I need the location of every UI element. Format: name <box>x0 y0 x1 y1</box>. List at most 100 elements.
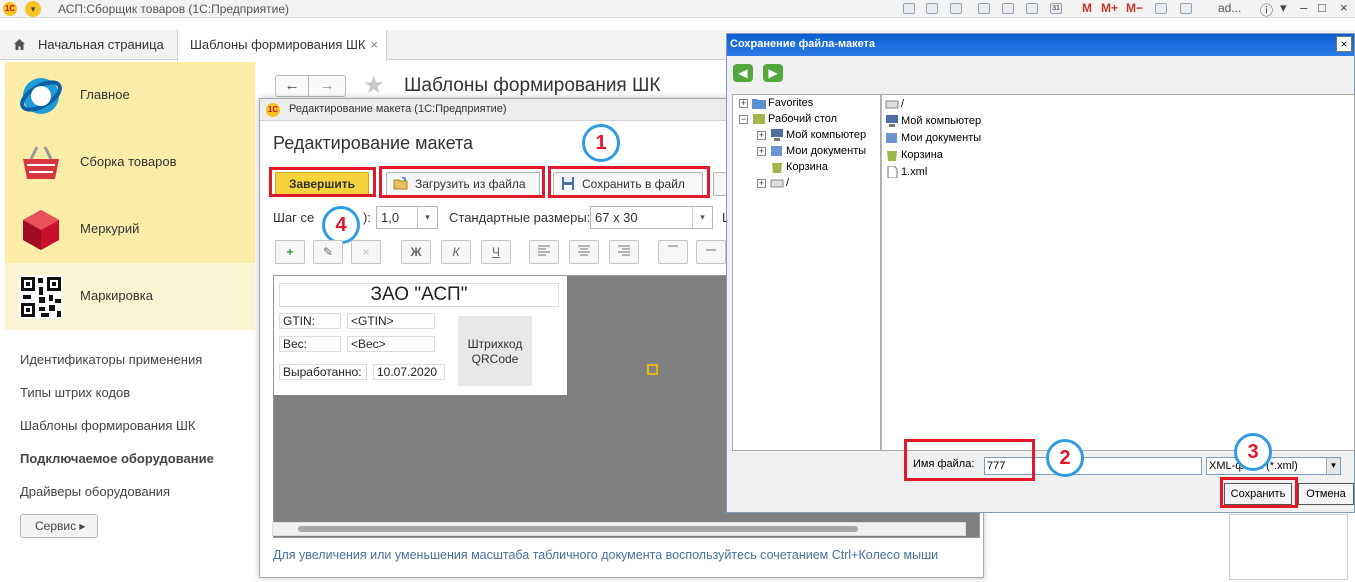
tree-item-desktop[interactable]: − Рабочий стол <box>739 112 837 127</box>
table-icon[interactable] <box>1026 3 1038 14</box>
edit-element-button[interactable]: ✎ <box>313 240 343 264</box>
section-marking[interactable]: Маркировка <box>5 263 255 330</box>
template-weight-label[interactable]: Вес: <box>279 336 341 352</box>
delete-element-button[interactable]: × <box>351 240 381 264</box>
dropdown-icon[interactable]: ▾ <box>1280 0 1287 16</box>
section-assembly[interactable]: Сборка товаров <box>5 129 255 196</box>
window-icon[interactable] <box>1180 3 1192 14</box>
sidebar-item-identifiers[interactable]: Идентификаторы применения <box>20 352 202 367</box>
italic-button[interactable]: К <box>441 240 471 264</box>
section-items: Идентификаторы применения Типы штрих код… <box>5 330 255 582</box>
section-mercury[interactable]: Меркурий <box>5 196 255 263</box>
service-button[interactable]: Сервис ▸ <box>20 514 98 538</box>
expand-icon[interactable]: + <box>757 147 766 156</box>
more-button[interactable] <box>713 172 727 196</box>
sidebar-item-drivers[interactable]: Драйверы оборудования <box>20 484 170 499</box>
selection-marker[interactable] <box>647 364 658 375</box>
collapse-icon[interactable]: − <box>739 115 748 124</box>
chevron-down-icon[interactable]: ▾ <box>417 207 437 228</box>
edit-window-title: Редактирование макета (1С:Предприятие) <box>289 103 507 115</box>
calendar-icon[interactable]: 31 <box>1050 3 1062 14</box>
sidebar-item-barcode-templates[interactable]: Шаблоны формирования ШК <box>20 418 196 433</box>
user-name[interactable]: ad... <box>1218 1 1241 15</box>
horizontal-scrollbar[interactable] <box>272 522 966 536</box>
documents-icon <box>885 132 901 144</box>
tab-templates[interactable]: Шаблоны формирования ШК × <box>177 30 387 61</box>
nav-forward-button[interactable]: → <box>309 75 346 97</box>
main-menu-button[interactable]: ▾ <box>25 1 41 17</box>
minimize-icon[interactable]: – <box>1300 0 1307 15</box>
grid-step-label-end: ): <box>363 210 371 225</box>
memory-subtract-button[interactable]: M− <box>1126 1 1143 15</box>
standard-sizes-value: 67 x 30 <box>595 210 638 225</box>
tab-home[interactable]: Начальная страница <box>0 30 177 60</box>
underline-button[interactable]: Ч <box>481 240 511 264</box>
align-center-button[interactable] <box>569 240 599 264</box>
template-made-value[interactable]: 10.07.2020 <box>373 364 445 380</box>
chevron-down-icon[interactable]: ▾ <box>692 207 712 228</box>
expand-icon[interactable]: + <box>757 131 766 140</box>
close-window-icon[interactable]: × <box>1340 0 1348 15</box>
tree-item-recycle-bin[interactable]: Корзина <box>770 160 828 175</box>
sidebar-item-barcode-types[interactable]: Типы штрих кодов <box>20 385 130 400</box>
maximize-icon[interactable]: □ <box>1318 0 1326 15</box>
desktop-icon <box>752 113 768 125</box>
expand-icon[interactable]: + <box>757 179 766 188</box>
forward-arrow-icon[interactable]: ▶ <box>763 64 783 82</box>
edit-heading: Редактирование макета <box>273 133 474 153</box>
link-icon[interactable] <box>978 3 990 14</box>
list-item[interactable]: Корзина <box>885 148 943 163</box>
folder-tree[interactable]: + Favorites − Рабочий стол + Мой компьют… <box>732 94 881 451</box>
recycle-bin-icon <box>885 149 901 162</box>
file-list[interactable]: / Мой компьютер Мои документы Корзина 1.… <box>881 94 1355 451</box>
copy-icon[interactable] <box>1002 3 1014 14</box>
favorite-star-icon[interactable]: ★ <box>363 71 385 100</box>
align-middle-button[interactable] <box>696 240 726 264</box>
template-qr-placeholder[interactable]: Штрихкод QRCode <box>458 316 532 386</box>
tree-item-my-documents[interactable]: + Мои документы <box>757 144 866 159</box>
template-gtin-label[interactable]: GTIN: <box>279 313 341 329</box>
dialog-close-icon[interactable]: × <box>1336 36 1352 52</box>
info-icon[interactable]: ⓘ <box>1260 0 1273 19</box>
template-gtin-value[interactable]: <GTIN> <box>347 313 435 329</box>
highlight-filename <box>904 439 1035 481</box>
expand-icon[interactable]: + <box>739 99 748 108</box>
align-right-button[interactable] <box>609 240 639 264</box>
template-weight-value[interactable]: <Вес> <box>347 336 435 352</box>
sidebar-item-equipment[interactable]: Подключаемое оборудование <box>20 451 214 466</box>
list-item[interactable]: Мои документы <box>885 131 981 146</box>
grid-step-select[interactable]: 1,0 ▾ <box>376 206 438 229</box>
chevron-down-icon[interactable]: ▼ <box>1326 458 1340 474</box>
tree-item-favorites[interactable]: + Favorites <box>739 96 813 111</box>
list-item-label: / <box>901 98 905 110</box>
list-item[interactable]: Мой компьютер <box>885 114 981 129</box>
scrollbar-thumb[interactable] <box>298 526 858 532</box>
standard-sizes-select[interactable]: 67 x 30 ▾ <box>590 206 713 229</box>
list-item[interactable]: 1.xml <box>885 165 927 180</box>
tree-item-my-computer[interactable]: + Мой компьютер <box>757 128 866 143</box>
print-icon[interactable] <box>926 3 938 14</box>
align-top-button[interactable] <box>658 240 688 264</box>
tree-item-label: / <box>786 177 790 189</box>
list-item[interactable]: / <box>885 97 904 112</box>
step-badge-4: 4 <box>322 206 360 244</box>
memory-button[interactable]: M <box>1082 1 1092 15</box>
nav-back-button[interactable]: ← <box>275 75 309 97</box>
save-icon[interactable] <box>903 3 915 14</box>
zoom-icon[interactable] <box>1155 3 1167 14</box>
preview-icon[interactable] <box>950 3 962 14</box>
template-card[interactable]: ЗАО "АСП" GTIN: <GTIN> Вес: <Вес> Вырабо… <box>274 276 567 395</box>
back-arrow-icon[interactable]: ◀ <box>733 64 753 82</box>
section-main[interactable]: Главное <box>5 62 255 129</box>
template-company[interactable]: ЗАО "АСП" <box>279 283 559 307</box>
add-element-button[interactable]: + <box>275 240 305 264</box>
align-left-button[interactable] <box>529 240 559 264</box>
memory-add-button[interactable]: M+ <box>1101 1 1118 15</box>
close-tab-icon[interactable]: × <box>370 30 378 60</box>
dialog-cancel-button[interactable]: Отмена <box>1298 483 1354 505</box>
tree-item-root[interactable]: + / <box>757 176 789 191</box>
filetype-select[interactable]: XML-файл (*.xml) ▼ <box>1206 457 1341 475</box>
highlight-load <box>379 166 545 198</box>
bold-button[interactable]: Ж <box>401 240 431 264</box>
template-made-label[interactable]: Выработанно: <box>279 364 367 380</box>
